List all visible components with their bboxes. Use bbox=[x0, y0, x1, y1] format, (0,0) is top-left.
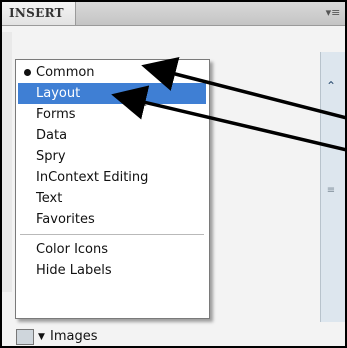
image-icon bbox=[16, 329, 34, 345]
menu-item-label: Layout bbox=[36, 86, 81, 101]
mouse-pointer-icon bbox=[131, 92, 147, 114]
menu-item-data[interactable]: Data bbox=[18, 125, 206, 146]
menu-item-label: Common bbox=[36, 65, 95, 80]
panel-header: INSERT ▾≡ bbox=[2, 2, 345, 26]
menu-item-incontext-editing[interactable]: InContext Editing bbox=[18, 167, 206, 188]
menu-separator bbox=[20, 234, 204, 235]
tab-insert[interactable]: INSERT bbox=[2, 2, 76, 25]
menu-item-color-icons[interactable]: Color Icons bbox=[18, 239, 206, 260]
menu-item-label: Spry bbox=[36, 149, 66, 164]
menu-item-label: Favorites bbox=[36, 212, 95, 227]
menu-item-common[interactable]: Common bbox=[18, 62, 206, 83]
category-dropdown-menu: Common Layout Forms Data Spry InContext … bbox=[15, 59, 210, 319]
chevron-down-icon: ▼ bbox=[38, 332, 45, 342]
scroll-up-icon[interactable]: ⌃ bbox=[324, 78, 338, 94]
menu-item-favorites[interactable]: Favorites bbox=[18, 209, 206, 230]
menu-item-label: InContext Editing bbox=[36, 170, 149, 185]
checked-bullet-icon bbox=[24, 69, 31, 76]
menu-item-forms[interactable]: Forms bbox=[18, 104, 206, 125]
menu-item-label: Text bbox=[36, 191, 63, 206]
insert-panel: INSERT ▾≡ ⌃ ≡ Common Layout Forms Data S… bbox=[0, 0, 347, 348]
menu-item-label: Data bbox=[36, 128, 68, 143]
menu-item-label: Forms bbox=[36, 107, 76, 122]
images-label: Images bbox=[50, 329, 98, 344]
scroll-grip-icon[interactable]: ≡ bbox=[324, 182, 338, 200]
menu-item-text[interactable]: Text bbox=[18, 188, 206, 209]
menu-item-hide-labels[interactable]: Hide Labels bbox=[18, 260, 206, 281]
panel-options-icon[interactable]: ▾≡ bbox=[325, 6, 341, 20]
menu-item-layout[interactable]: Layout bbox=[18, 83, 206, 104]
menu-item-label: Color Icons bbox=[36, 242, 109, 257]
menu-item-label: Hide Labels bbox=[36, 263, 112, 278]
menu-item-spry[interactable]: Spry bbox=[18, 146, 206, 167]
panel-left-edge bbox=[2, 32, 12, 292]
